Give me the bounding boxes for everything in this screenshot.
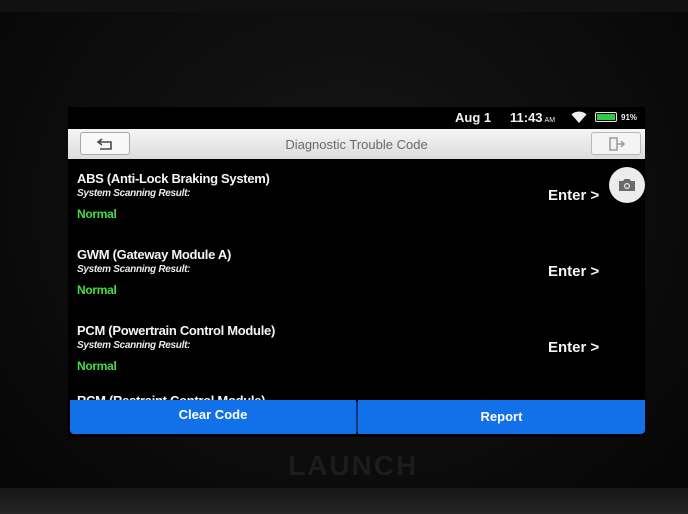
module-row-pcm[interactable]: PCM (Powertrain Control Module) System S… [68,317,645,393]
battery-icon [595,112,617,122]
brand-logo: LAUNCH [288,450,419,481]
status-date: Aug 1 [455,110,492,125]
camera-icon [618,178,636,197]
scan-status: Normal [77,207,117,221]
status-time-value: 11:43 [510,110,543,125]
device-screen: Aug 1 11:43 AM 91% Diagnostic Trouble Cod… [68,107,645,437]
module-row-gwm[interactable]: GWM (Gateway Module A) System Scanning R… [68,241,645,317]
status-ampm: AM [544,117,556,124]
module-name: ABS (Anti-Lock Braking System) [77,171,270,186]
wifi-icon [571,111,587,126]
scan-result-label: System Scanning Result: [77,340,191,351]
enter-button[interactable]: Enter > [548,263,599,280]
table-surface [0,488,688,514]
module-row-abs[interactable]: ABS (Anti-Lock Braking System) System Sc… [68,165,645,241]
scan-result-label: System Scanning Result: [77,188,191,199]
module-name: PCM (Powertrain Control Module) [77,323,275,338]
battery-level [597,114,615,120]
exit-button[interactable] [591,132,641,155]
scan-status: Normal [77,283,117,297]
exit-icon [609,137,626,156]
enter-button[interactable]: Enter > [548,187,599,204]
bottom-action-bar: Clear Code Report [68,400,645,435]
scan-result-label: System Scanning Result: [77,264,191,275]
status-time: 11:43 AM [510,110,555,125]
screenshot-button[interactable] [609,167,645,203]
page-title: Diagnostic Trouble Code [285,137,428,152]
clear-code-button[interactable]: Clear Code [70,400,356,434]
report-button[interactable]: Report [358,400,645,434]
scan-status: Normal [77,359,117,373]
enter-button[interactable]: Enter > [548,339,599,356]
module-list[interactable]: ABS (Anti-Lock Braking System) System Sc… [68,165,645,402]
battery-percent: 91% [621,113,638,122]
module-name: GWM (Gateway Module A) [77,247,231,262]
bezel-top-edge [0,0,688,12]
title-bar: Diagnostic Trouble Code [68,129,645,159]
status-bar: Aug 1 11:43 AM 91% [68,107,645,127]
